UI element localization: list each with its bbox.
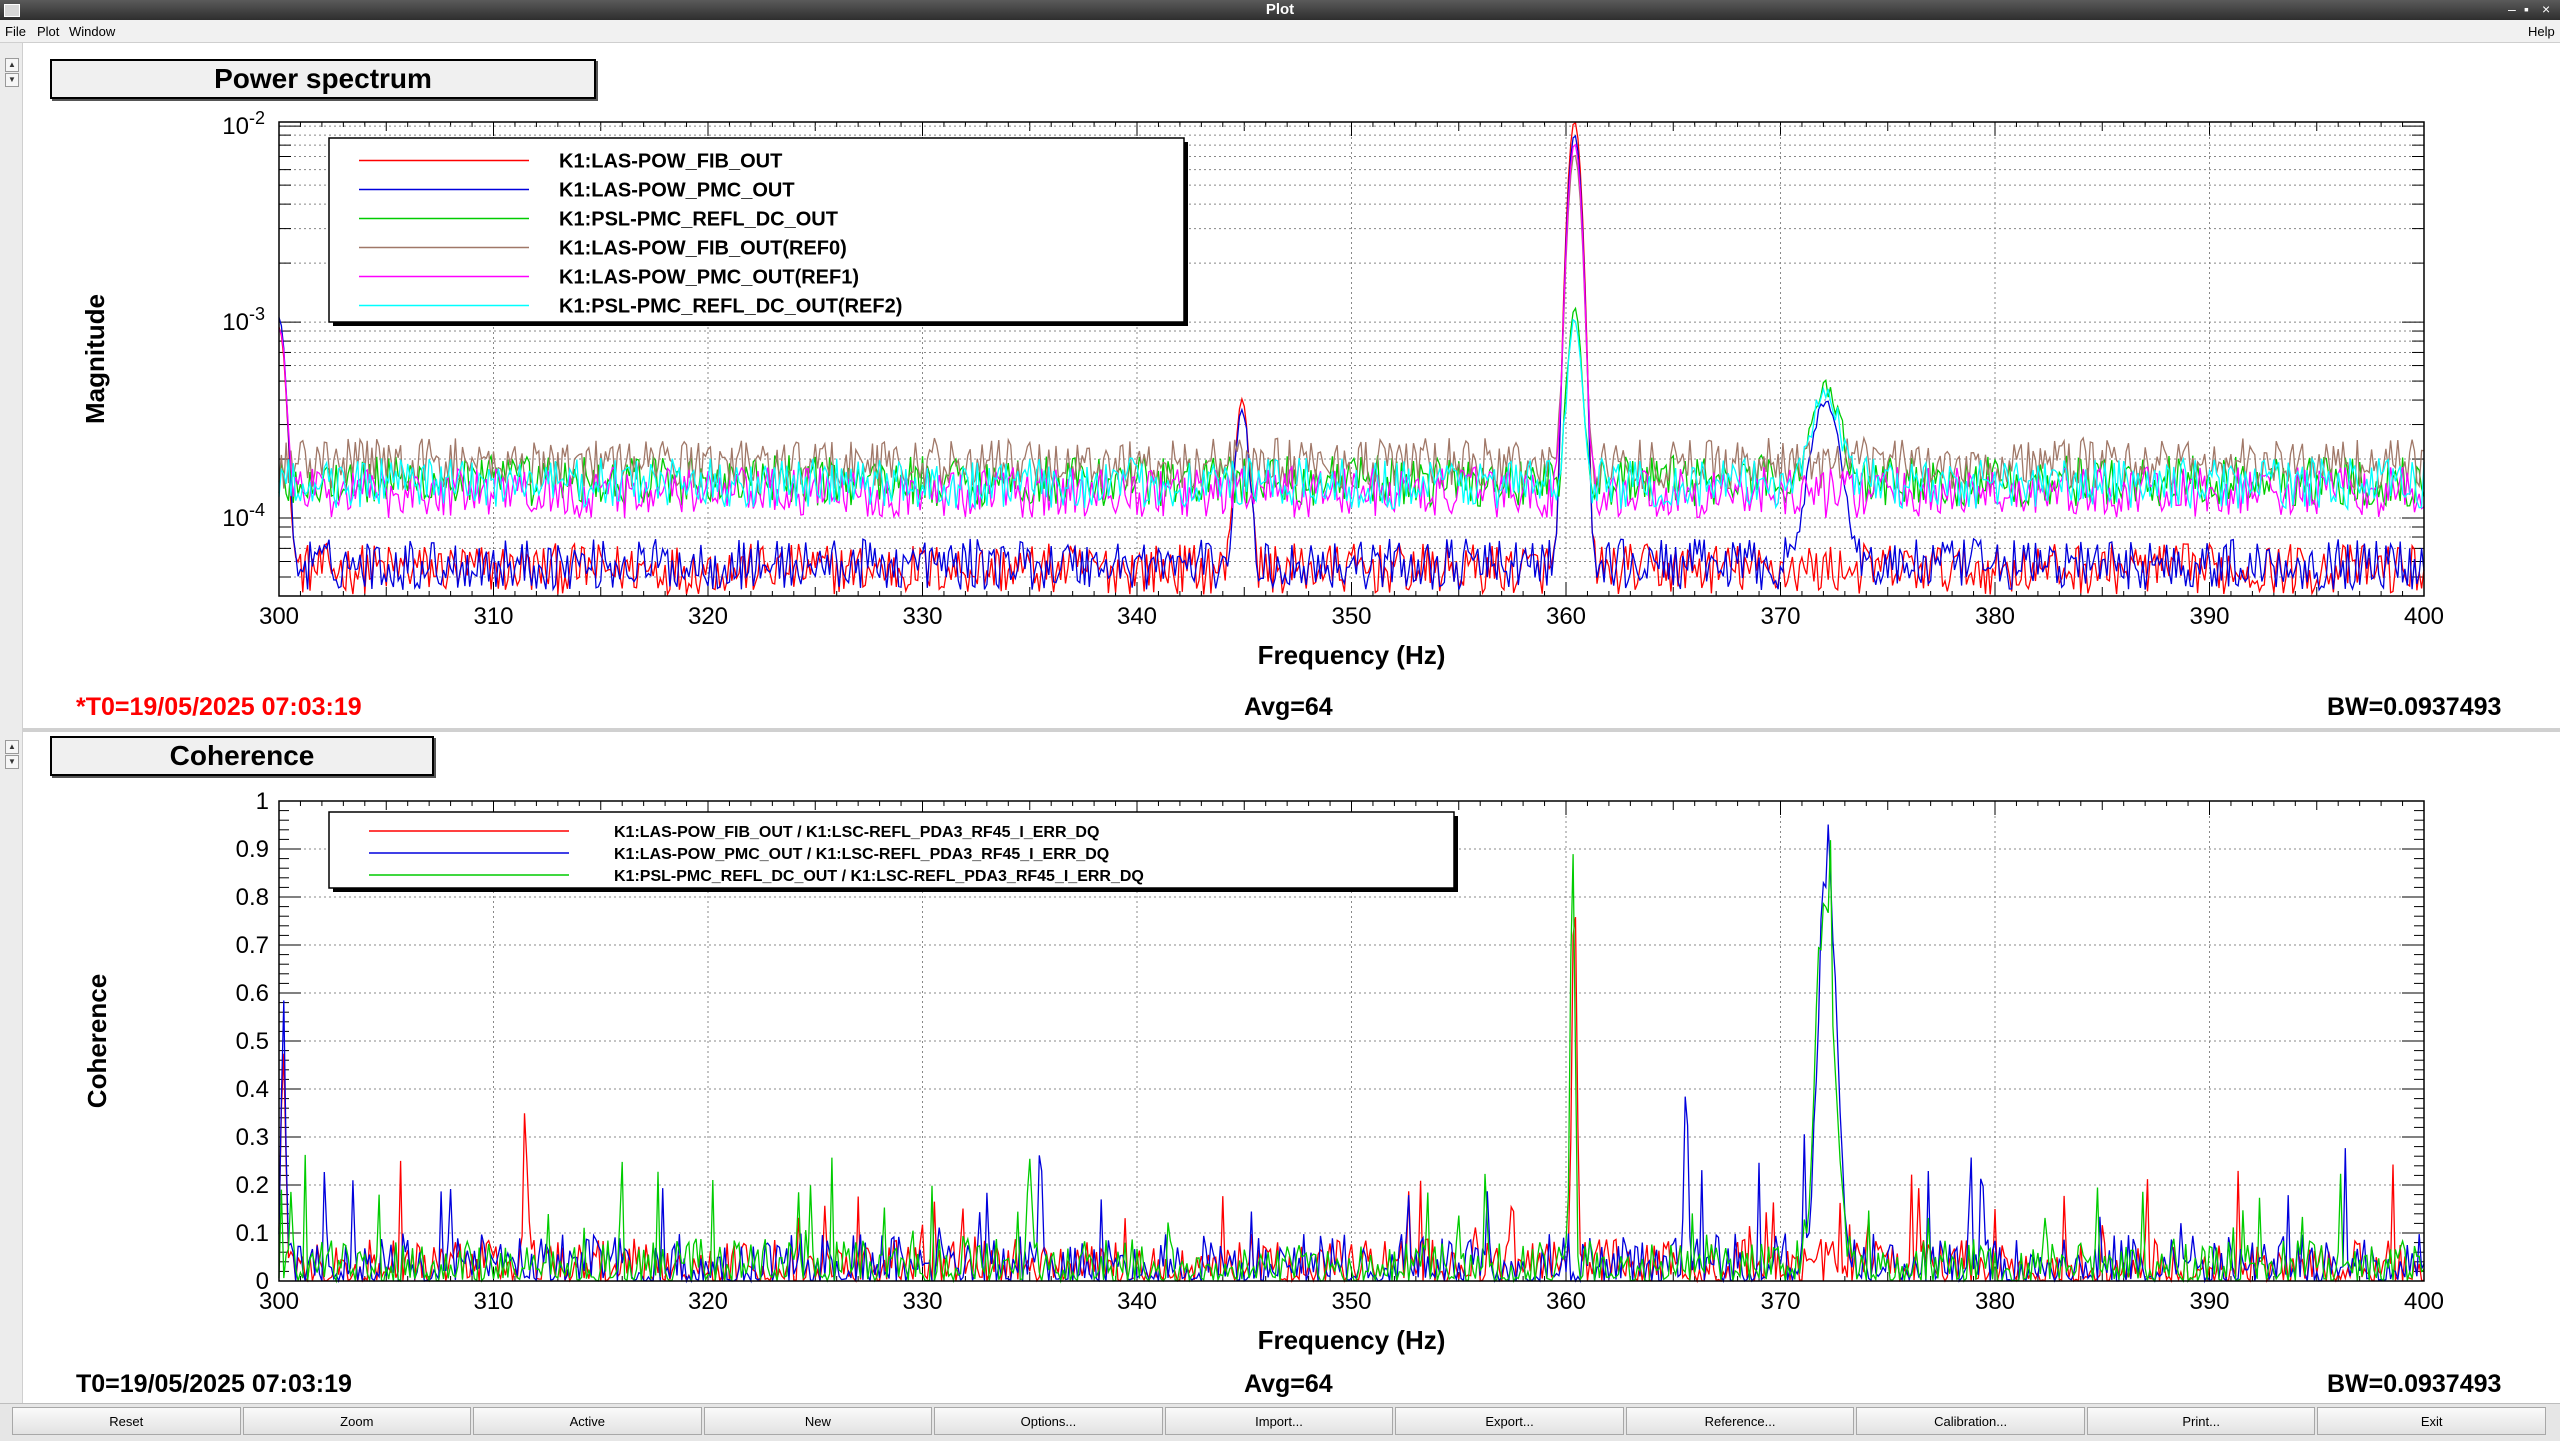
y-tick-label: 0.8 [236, 884, 269, 911]
y-tick-label: 0.5 [236, 1028, 269, 1055]
power-spectrum-pad[interactable]: Power spectrum 300 310 320 330 340 350 360 370 3… [24, 43, 2560, 728]
y-tick-label: 0.7 [236, 932, 269, 959]
x-tick-label: 350 [1331, 1288, 1371, 1315]
y-tick-label: 1 [256, 788, 269, 815]
reference-button[interactable]: Reference... [1625, 1407, 1855, 1435]
close-icon[interactable]: × [2542, 1, 2550, 17]
x-tick-label: 330 [902, 1288, 942, 1315]
power-spectrum-chart[interactable]: 300 310 320 330 340 350 360 370 380 390 400 10-2 10-… [24, 43, 2560, 728]
menu-plot[interactable]: Plot [37, 24, 59, 39]
legend[interactable]: K1:LAS-POW_FIB_OUT / K1:LSC-REFL_PDA3_RF… [328, 811, 1458, 892]
bw-status: BW=0.0937493 [2327, 1370, 2502, 1398]
x-tick-label: 400 [2404, 1288, 2444, 1315]
bw-status: BW=0.0937493 [2327, 693, 2502, 721]
legend-label: K1:LAS-POW_PMC_OUT(REF1) [559, 267, 859, 289]
x-tick-label: 370 [1760, 1288, 1800, 1315]
x-tick-label: 390 [2189, 603, 2229, 630]
x-tick-label: 320 [688, 603, 728, 630]
legend-label: K1:LAS-POW_PMC_OUT / K1:LSC-REFL_PDA3_RF… [614, 846, 1109, 863]
x-tick-label: 360 [1546, 1288, 1586, 1315]
x-tick-label: 380 [1975, 603, 2015, 630]
x-axis-label: Frequency (Hz) [1258, 640, 1446, 670]
y-tick-label: 0.1 [236, 1220, 269, 1247]
legend-label: K1:PSL-PMC_REFL_DC_OUT [559, 209, 838, 231]
x-tick-label: 350 [1331, 603, 1371, 630]
y-tick-label: 0.3 [236, 1124, 269, 1151]
exit-button[interactable]: Exit [2317, 1407, 2546, 1435]
menu-bar: File Plot Window Help [0, 20, 2560, 43]
legend[interactable]: K1:LAS-POW_FIB_OUT K1:LAS-POW_PMC_OUT K1:P… [328, 137, 1188, 326]
x-tick-label: 310 [473, 603, 513, 630]
y-tick-label: 0.4 [236, 1076, 269, 1103]
menu-file[interactable]: File [5, 24, 26, 39]
export-button[interactable]: Export... [1395, 1407, 1624, 1435]
x-tick-label: 320 [688, 1288, 728, 1315]
x-tick-label: 340 [1117, 1288, 1157, 1315]
coherence-pad[interactable]: Coherence 300 310 320 330 340 350 360 370 380 390… [24, 732, 2560, 1403]
x-axis-label: Frequency (Hz) [1258, 1325, 1446, 1355]
x-tick-label: 340 [1117, 603, 1157, 630]
window-title: Plot [1265, 1, 1295, 18]
y-axis-label: Magnitude [80, 294, 110, 424]
import-button[interactable]: Import... [1164, 1407, 1394, 1435]
pad1-up-icon[interactable]: ▲ [5, 58, 19, 72]
x-tick-label: 390 [2189, 1288, 2229, 1315]
legend-label: K1:LAS-POW_FIB_OUT(REF0) [559, 238, 847, 260]
legend-label: K1:PSL-PMC_REFL_DC_OUT(REF2) [559, 296, 902, 318]
pad-control-bar: ▲ ▼ ▲ ▼ [0, 43, 23, 1403]
avg-status: Avg=64 [1244, 693, 1333, 721]
avg-status: Avg=64 [1244, 1370, 1333, 1398]
x-tick-label: 370 [1760, 603, 1800, 630]
legend-label: K1:LAS-POW_PMC_OUT [559, 180, 795, 202]
reset-button[interactable]: Reset [12, 1407, 241, 1435]
zoom-button[interactable]: Zoom [242, 1407, 472, 1435]
menu-window[interactable]: Window [69, 24, 115, 39]
y-tick-label: 0 [256, 1268, 269, 1295]
pad2-down-icon[interactable]: ▼ [5, 755, 19, 769]
y-tick-label: 10-3 [222, 304, 265, 336]
t0-status: *T0=19/05/2025 07:03:19 [76, 693, 362, 721]
pad2-up-icon[interactable]: ▲ [5, 740, 19, 754]
t0-status: T0=19/05/2025 07:03:19 [76, 1370, 352, 1398]
new-button[interactable]: New [703, 1407, 933, 1435]
legend-label: K1:PSL-PMC_REFL_DC_OUT / K1:LSC-REFL_PDA… [614, 868, 1144, 885]
y-tick-label: 10-4 [222, 500, 265, 532]
x-tick-label: 400 [2404, 603, 2444, 630]
coherence-chart[interactable]: 300 310 320 330 340 350 360 370 380 390 40000.10.2… [24, 732, 2560, 1403]
pad1-down-icon[interactable]: ▼ [5, 73, 19, 87]
calibration-button[interactable]: Calibration... [1856, 1407, 2085, 1435]
y-axis-label: Coherence [82, 974, 112, 1108]
menu-help[interactable]: Help [2528, 24, 2555, 39]
x-tick-label: 330 [902, 603, 942, 630]
y-tick-label: 0.6 [236, 980, 269, 1007]
button-bar: Reset Zoom Active New Options... Import... Exp… [0, 1403, 2560, 1441]
active-button[interactable]: Active [473, 1407, 702, 1435]
minimize-icon[interactable]: – [2508, 1, 2516, 17]
x-tick-label: 300 [259, 603, 299, 630]
options-button[interactable]: Options... [934, 1407, 1163, 1435]
x-tick-label: 310 [473, 1288, 513, 1315]
y-tick-label: 10-2 [222, 108, 265, 140]
y-tick-label: 0.9 [236, 836, 269, 863]
legend-label: K1:LAS-POW_FIB_OUT [559, 151, 782, 173]
print-button[interactable]: Print... [2086, 1407, 2316, 1435]
title-bar: Plot – ▪ × [0, 0, 2560, 20]
x-tick-label: 360 [1546, 603, 1586, 630]
legend-label: K1:LAS-POW_FIB_OUT / K1:LSC-REFL_PDA3_RF… [614, 824, 1099, 841]
maximize-icon[interactable]: ▪ [2524, 1, 2529, 17]
x-tick-label: 380 [1975, 1288, 2015, 1315]
y-tick-label: 0.2 [236, 1172, 269, 1199]
